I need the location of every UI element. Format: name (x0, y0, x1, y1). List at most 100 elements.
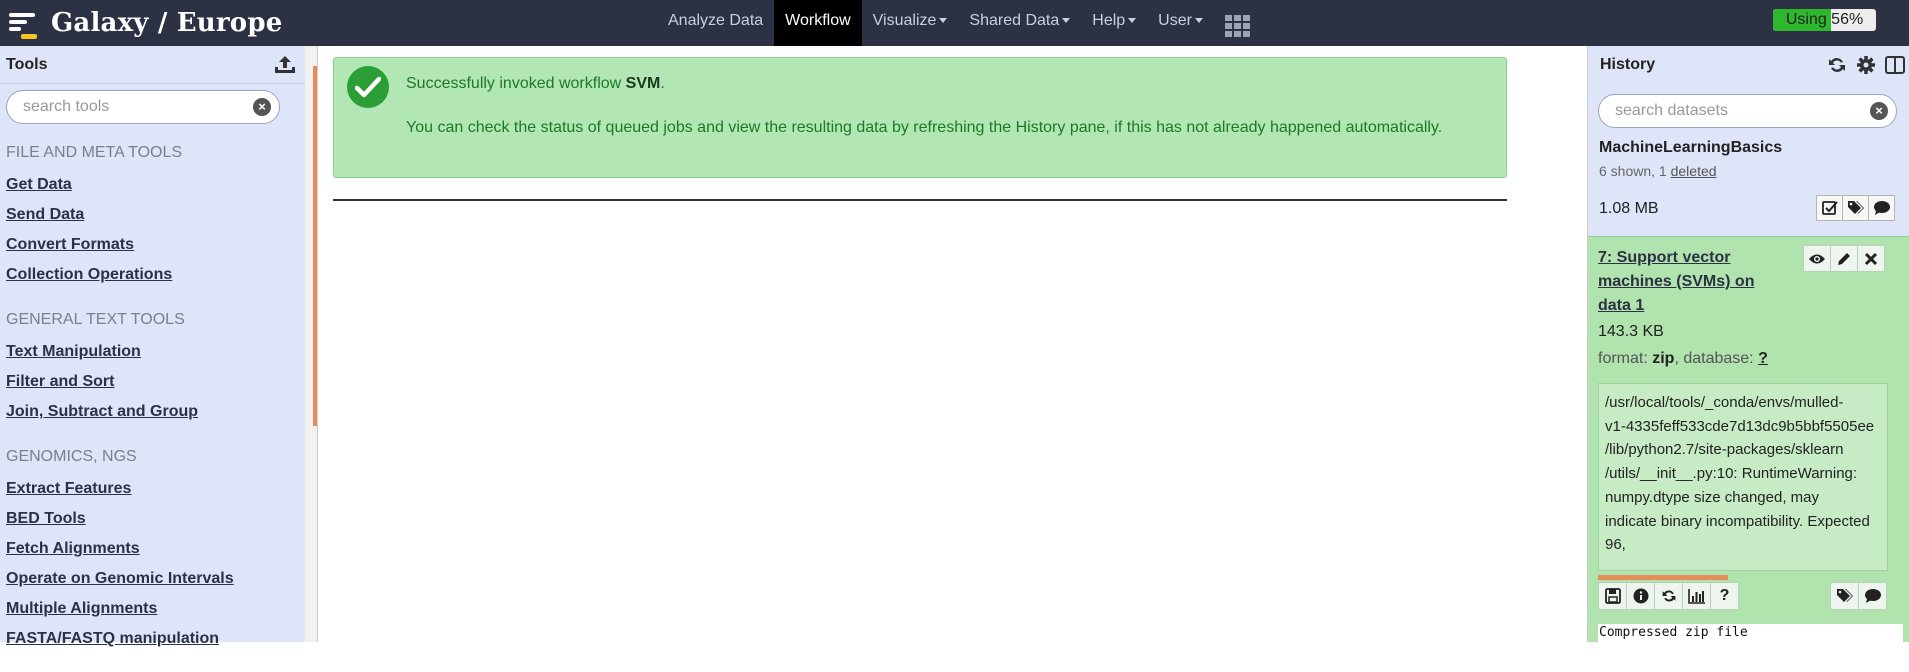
tool-search-box: × (6, 90, 280, 124)
tool-link-send-data[interactable]: Send Data (6, 201, 301, 231)
history-tags-button[interactable] (1842, 195, 1869, 221)
close-icon (1864, 252, 1878, 265)
help-button[interactable]: ? (1710, 582, 1739, 610)
dataset-info-text: /usr/local/tools/_conda/envs/mulled- v1-… (1605, 394, 1875, 554)
tool-link-extract-features[interactable]: Extract Features (6, 475, 301, 505)
view-dataset-button[interactable] (1803, 245, 1831, 272)
tool-section-title: GENERAL TEXT TOOLS (6, 311, 185, 328)
nav-analyze-data[interactable]: Analyze Data (657, 0, 774, 46)
edit-dataset-button[interactable] (1830, 245, 1858, 272)
dataset-format: format: zip, database: ? (1598, 350, 1768, 368)
clear-search-icon[interactable]: × (253, 98, 271, 116)
nav-user[interactable]: User (1147, 0, 1214, 46)
tool-link-text-manipulation[interactable]: Text Manipulation (6, 338, 301, 368)
tool-section-text-tools: GENERAL TEXT TOOLS Text Manipulation Fil… (6, 308, 301, 428)
message-line-2: You can check the status of queued jobs … (406, 119, 1443, 136)
tool-link-genomic-intervals[interactable]: Operate on Genomic Intervals (6, 565, 301, 595)
tool-link-multiple-alignments[interactable]: Multiple Alignments (6, 595, 301, 625)
history-name[interactable]: MachineLearningBasics (1599, 139, 1782, 157)
history-annotation-button[interactable] (1868, 195, 1895, 221)
format-label: format: (1598, 350, 1653, 367)
quota-meter[interactable]: Using 56% (1773, 9, 1876, 31)
info-scroll-indicator (1598, 575, 1728, 580)
dataset-tag-actions (1830, 582, 1887, 610)
dataset-info-box: /usr/local/tools/_conda/envs/mulled- v1-… (1598, 383, 1888, 571)
question-icon: ? (1719, 587, 1730, 604)
upload-button[interactable] (265, 50, 305, 80)
visualize-button[interactable] (1682, 582, 1711, 610)
nav-visualize[interactable]: Visualize (862, 0, 959, 46)
dataset-tags-button[interactable] (1830, 582, 1859, 610)
caret-down-icon (939, 18, 948, 24)
database-label: , database: (1674, 350, 1759, 367)
dataset-details-button[interactable] (1626, 582, 1655, 610)
format-value: zip (1652, 350, 1675, 367)
quota-label: Using 56% (1785, 11, 1864, 28)
dataset-peek: Compressed zip file (1598, 624, 1903, 643)
eye-icon (1809, 254, 1825, 263)
main-nav: Analyze Data Workflow Visualize Shared D… (657, 0, 1262, 46)
comment-icon (1864, 589, 1881, 603)
tool-search-input[interactable] (23, 98, 243, 116)
message-suffix: . (660, 75, 665, 92)
select-items-button[interactable] (1816, 195, 1843, 221)
nav-label: Help (1092, 12, 1126, 29)
dataset-annotation-button[interactable] (1858, 582, 1887, 610)
tool-section-title: FILE AND META TOOLS (6, 144, 183, 161)
tool-list: FILE AND META TOOLS Get Data Send Data C… (6, 141, 301, 672)
history-view-button[interactable] (1882, 52, 1908, 78)
nav-help[interactable]: Help (1081, 0, 1147, 46)
nav-label: Shared Data (969, 12, 1060, 29)
history-search-input[interactable] (1615, 102, 1860, 120)
message-prefix: Successfully invoked workflow (406, 75, 626, 92)
caret-down-icon (1194, 18, 1203, 24)
nav-shared-data[interactable]: Shared Data (958, 0, 1081, 46)
history-header: History (1588, 46, 1909, 84)
tool-link-filter-sort[interactable]: Filter and Sort (6, 368, 301, 398)
tool-section-title: GENOMICS, NGS (6, 448, 137, 465)
info-icon (1633, 588, 1648, 604)
dataset-size: 143.3 KB (1598, 323, 1664, 340)
delete-dataset-button[interactable] (1857, 245, 1885, 272)
grid-icon (1224, 14, 1251, 37)
nav-workflow[interactable]: Workflow (774, 0, 862, 46)
tool-link-bed-tools[interactable]: BED Tools (6, 505, 301, 535)
caret-down-icon (1062, 18, 1071, 24)
columns-icon (1885, 56, 1905, 74)
tool-section-genomics: GENOMICS, NGS Extract Features BED Tools… (6, 445, 301, 655)
tool-link-fetch-alignments[interactable]: Fetch Alignments (6, 535, 301, 565)
brand[interactable]: Galaxy / Europe (7, 5, 282, 41)
divider (333, 199, 1507, 201)
download-button[interactable] (1598, 582, 1627, 610)
tool-link-get-data[interactable]: Get Data (6, 171, 301, 201)
rerun-button[interactable] (1654, 582, 1683, 610)
nav-label: Workflow (785, 12, 851, 29)
comment-icon (1873, 201, 1890, 215)
history-size: 1.08 MB (1599, 200, 1659, 217)
history-options-button[interactable] (1853, 52, 1879, 78)
tool-link-join-subtract-group[interactable]: Join, Subtract and Group (6, 398, 301, 428)
masthead: Galaxy / Europe Analyze Data Workflow Vi… (0, 0, 1909, 46)
refresh-history-button[interactable] (1824, 52, 1850, 78)
history-counts: 6 shown, 1 deleted (1599, 163, 1717, 179)
nav-label: Visualize (872, 12, 937, 29)
tool-link-collection-operations[interactable]: Collection Operations (6, 261, 301, 291)
nav-apps[interactable] (1214, 0, 1262, 46)
tool-section-file-meta: FILE AND META TOOLS Get Data Send Data C… (6, 141, 301, 291)
success-message: Successfully invoked workflow SVM. You c… (333, 57, 1507, 178)
scrollbar-thumb[interactable] (313, 66, 317, 426)
refresh-icon (1662, 590, 1675, 602)
check-square-icon (1821, 201, 1838, 215)
galaxy-logo-icon (7, 7, 43, 39)
tool-panel-scrollbar[interactable] (305, 46, 318, 642)
check-circle-icon (347, 66, 389, 108)
clear-search-icon[interactable]: × (1870, 102, 1888, 120)
tool-link-convert-formats[interactable]: Convert Formats (6, 231, 301, 261)
tool-link-fasta-fastq[interactable]: FASTA/FASTQ manipulation (6, 625, 301, 655)
save-icon (1604, 588, 1621, 604)
tool-panel-header: Tools (0, 46, 305, 84)
refresh-icon (1829, 58, 1845, 72)
database-value[interactable]: ? (1758, 350, 1768, 367)
dataset-title[interactable]: 7: Support vector machines (SVMs) on dat… (1598, 246, 1768, 318)
deleted-link[interactable]: deleted (1671, 163, 1717, 179)
